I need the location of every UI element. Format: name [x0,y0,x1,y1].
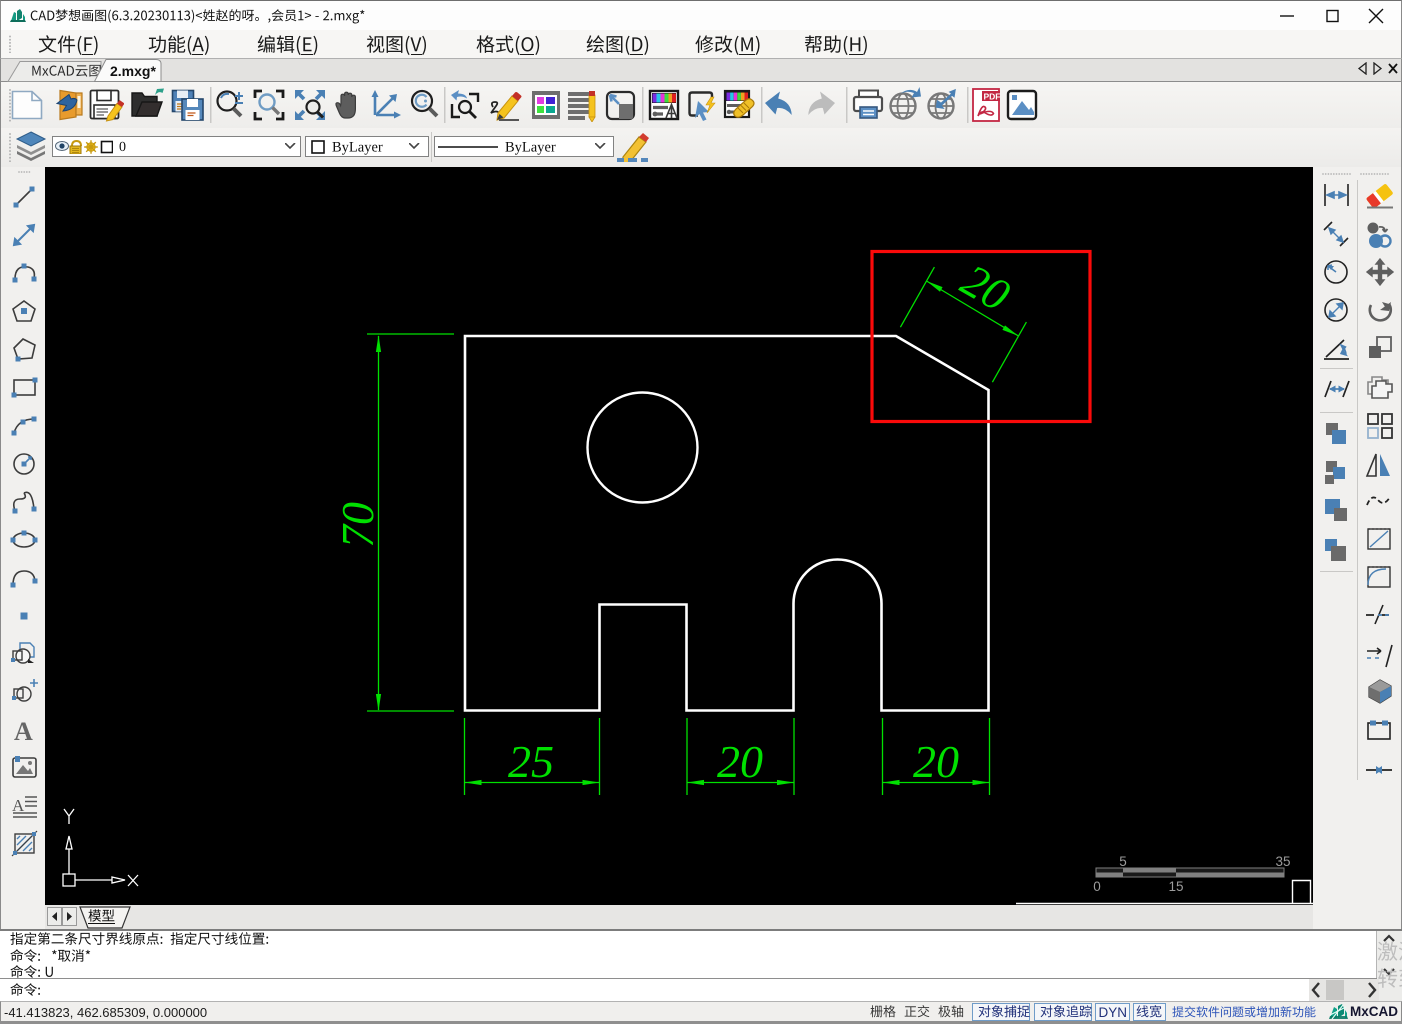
svg-text:A: A [14,717,33,745]
svg-text:15: 15 [1168,879,1183,894]
svg-text:20: 20 [913,736,959,787]
svg-text:PDF: PDF [984,92,1001,102]
svg-text:A: A [12,796,25,815]
svg-text:70: 70 [332,502,383,548]
svg-text:0: 0 [1093,879,1101,894]
svg-text:5: 5 [1119,854,1127,869]
svg-text:20: 20 [953,254,1018,321]
svg-text:35: 35 [1275,854,1290,869]
svg-text:20: 20 [717,736,763,787]
svg-text:25: 25 [508,736,554,787]
